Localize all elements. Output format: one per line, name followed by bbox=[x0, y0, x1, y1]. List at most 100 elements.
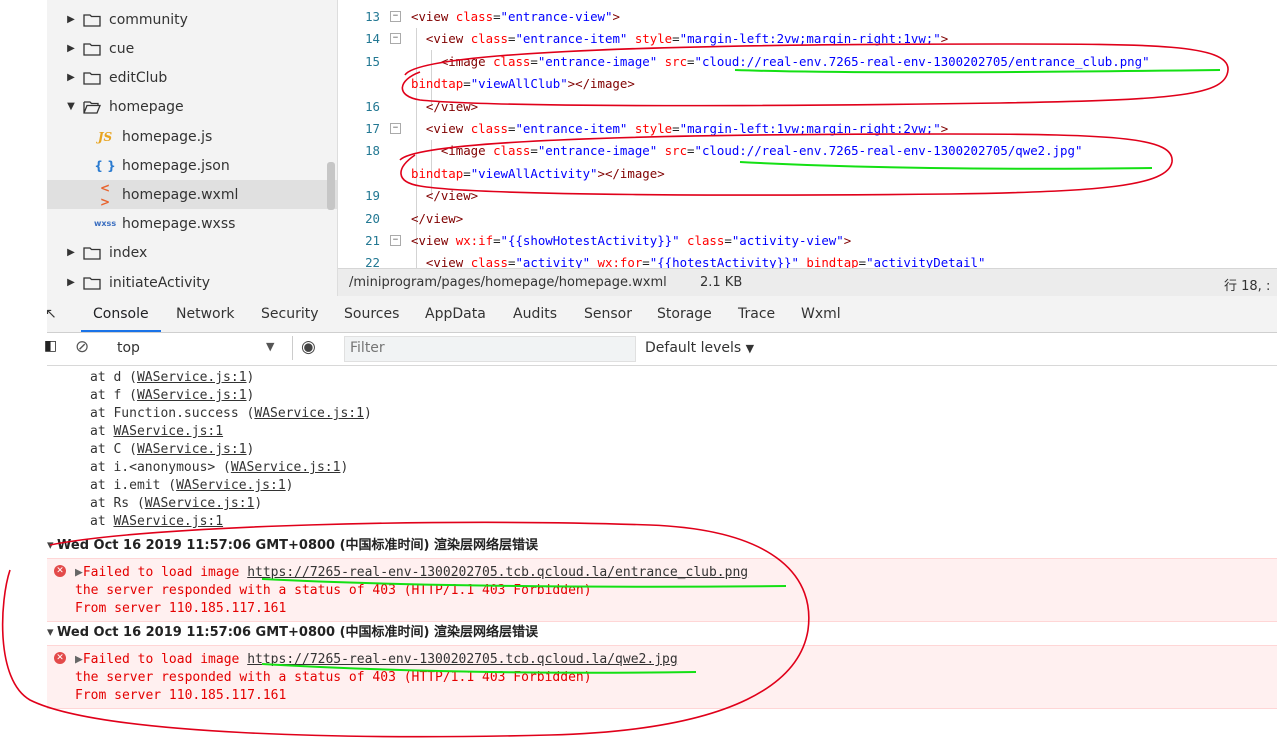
code-token: = bbox=[463, 76, 471, 92]
source-link[interactable]: WAService.js:1 bbox=[145, 496, 255, 511]
default-levels-dropdown[interactable]: Default levels ▼ bbox=[645, 340, 754, 356]
tree-label: homepage bbox=[109, 98, 184, 115]
source-link[interactable]: WAService.js:1 bbox=[113, 424, 223, 439]
tree-folder-editclub[interactable]: ▶ editClub bbox=[47, 63, 337, 92]
source-link[interactable]: WAService.js:1 bbox=[137, 388, 247, 403]
code-token: src bbox=[657, 53, 688, 69]
tab-appdata[interactable]: AppData bbox=[425, 296, 486, 332]
error-message: ✕ ▶Failed to load image https://7265-rea… bbox=[47, 645, 1277, 709]
chevron-right-icon[interactable]: ▶ bbox=[65, 43, 77, 54]
tab-audits[interactable]: Audits bbox=[513, 296, 557, 332]
chevron-right-icon[interactable]: ▶ bbox=[65, 14, 77, 25]
tab-storage[interactable]: Storage bbox=[657, 296, 712, 332]
tree-folder-index[interactable]: ▶ index bbox=[47, 238, 337, 267]
tab-security[interactable]: Security bbox=[261, 296, 319, 332]
source-link[interactable]: WAService.js:1 bbox=[137, 442, 247, 457]
line-number: 20 bbox=[365, 210, 380, 226]
tree-file-homepage-wxss[interactable]: wxss homepage.wxss bbox=[47, 209, 337, 238]
tab-wxml[interactable]: Wxml bbox=[801, 296, 841, 332]
expand-triangle-icon[interactable]: ▶ bbox=[75, 565, 83, 580]
console-group-header[interactable]: ▾ Wed Oct 16 2019 11:57:06 GMT+0800 (中国标准… bbox=[47, 621, 1277, 645]
fold-toggle-icon[interactable]: − bbox=[390, 235, 401, 246]
code-token: <view bbox=[411, 9, 456, 24]
source-link[interactable]: WAService.js:1 bbox=[254, 406, 364, 421]
error-prefix: Failed to load image bbox=[82, 652, 248, 667]
sidebar-toggle-icon[interactable]: ◧ bbox=[44, 338, 57, 354]
source-link[interactable]: WAService.js:1 bbox=[231, 460, 341, 475]
code-token: "viewAllClub" bbox=[470, 76, 568, 92]
eye-icon[interactable]: ◉ bbox=[301, 337, 316, 357]
expand-triangle-icon[interactable]: ▶ bbox=[75, 652, 83, 667]
code-token: class bbox=[493, 143, 531, 159]
tab-network[interactable]: Network bbox=[176, 296, 234, 332]
line-number: 21 bbox=[365, 233, 380, 248]
code-token: <view bbox=[411, 31, 471, 47]
code-token: = bbox=[724, 233, 732, 248]
code-token: bindtap bbox=[798, 255, 859, 268]
code-token: "entrance-image" bbox=[537, 143, 658, 159]
error-line-3: From server 110.185.117.161 bbox=[75, 688, 287, 703]
tree-scrollbar[interactable] bbox=[327, 162, 335, 210]
wxml-file-icon: < > bbox=[99, 180, 111, 209]
stack-text: at Rs ( bbox=[90, 496, 145, 511]
group-caret-icon[interactable]: ▾ bbox=[47, 621, 57, 645]
tree-folder-initiateactivity[interactable]: ▶ initiateActivity bbox=[47, 268, 337, 296]
code-token: </view> bbox=[411, 98, 479, 114]
tree-file-homepage-json[interactable]: { } homepage.json bbox=[47, 151, 337, 180]
code-token: <view bbox=[411, 255, 471, 268]
json-file-icon: { } bbox=[94, 158, 116, 173]
code-token: style bbox=[627, 31, 673, 47]
folder-open-icon bbox=[83, 100, 101, 114]
source-link[interactable]: WAService.js:1 bbox=[137, 370, 247, 385]
stack-text: ) bbox=[340, 460, 349, 475]
js-file-icon: JS bbox=[97, 129, 113, 144]
folder-icon bbox=[83, 71, 101, 85]
tree-file-homepage-js[interactable]: JS homepage.js bbox=[47, 122, 337, 151]
fold-toggle-icon[interactable]: − bbox=[390, 33, 401, 45]
tab-trace[interactable]: Trace bbox=[738, 296, 775, 332]
tab-sensor[interactable]: Sensor bbox=[584, 296, 632, 332]
tree-label: homepage.wxss bbox=[122, 215, 236, 232]
error-url-link[interactable]: https://7265-real-env-1300202705.tcb.qcl… bbox=[247, 565, 748, 580]
line-number: 16 bbox=[365, 98, 380, 114]
group-caret-icon[interactable]: ▾ bbox=[47, 534, 57, 558]
source-link[interactable]: WAService.js:1 bbox=[176, 478, 286, 493]
stack-frame: at WAService.js:1 bbox=[90, 513, 223, 531]
error-url-link[interactable]: https://7265-real-env-1300202705.tcb.qcl… bbox=[247, 652, 677, 667]
fold-toggle-icon[interactable]: − bbox=[390, 123, 401, 134]
tree-folder-homepage[interactable]: ▼ homepage bbox=[47, 92, 337, 121]
tree-folder-cue[interactable]: ▶ cue bbox=[47, 34, 337, 63]
context-selector[interactable]: top bbox=[117, 340, 140, 356]
chevron-down-icon[interactable]: ▼ bbox=[65, 101, 77, 112]
chevron-right-icon[interactable]: ▶ bbox=[65, 277, 77, 288]
tree-file-homepage-wxml[interactable]: < > homepage.wxml bbox=[47, 180, 337, 209]
chevron-right-icon[interactable]: ▶ bbox=[65, 72, 77, 83]
inspect-icon[interactable]: ↖ bbox=[45, 306, 57, 322]
code-text: </view> bbox=[411, 185, 478, 207]
stack-frame: at d (WAService.js:1) bbox=[90, 369, 254, 387]
filter-input[interactable] bbox=[345, 337, 630, 359]
error-icon: ✕ bbox=[54, 652, 66, 664]
stack-frame: at i.<anonymous> (WAService.js:1) bbox=[90, 459, 348, 477]
tab-console[interactable]: Console bbox=[81, 296, 161, 332]
code-token: = bbox=[463, 165, 471, 181]
code-editor[interactable]: 13− <view class="entrance-view"> 14− <view… bbox=[338, 0, 1277, 268]
line-number: 18 bbox=[365, 143, 380, 159]
context-dropdown-icon[interactable]: ▼ bbox=[266, 340, 274, 353]
clear-console-icon[interactable]: ⊘ bbox=[75, 337, 89, 357]
code-text: bindtap="viewAllActivity"></image> bbox=[411, 163, 665, 185]
tab-sources[interactable]: Sources bbox=[344, 296, 399, 332]
console-group-header[interactable]: ▾ Wed Oct 16 2019 11:57:06 GMT+0800 (中国标准… bbox=[47, 534, 1277, 558]
chevron-right-icon[interactable]: ▶ bbox=[65, 247, 77, 258]
code-token: = bbox=[687, 53, 695, 69]
levels-label: Default levels bbox=[645, 340, 742, 356]
code-token: wx:for bbox=[590, 255, 643, 268]
source-link[interactable]: WAService.js:1 bbox=[113, 514, 223, 529]
code-token: class bbox=[493, 53, 531, 69]
tree-folder-community[interactable]: ▶ community bbox=[47, 5, 337, 34]
tree-label: homepage.wxml bbox=[122, 186, 239, 203]
fold-toggle-icon[interactable]: − bbox=[390, 11, 401, 22]
file-tree: ▶ community ▶ cue ▶ editClub ▼ homepage … bbox=[47, 0, 338, 296]
code-token: <image bbox=[411, 143, 494, 159]
filter-field[interactable] bbox=[344, 336, 636, 362]
